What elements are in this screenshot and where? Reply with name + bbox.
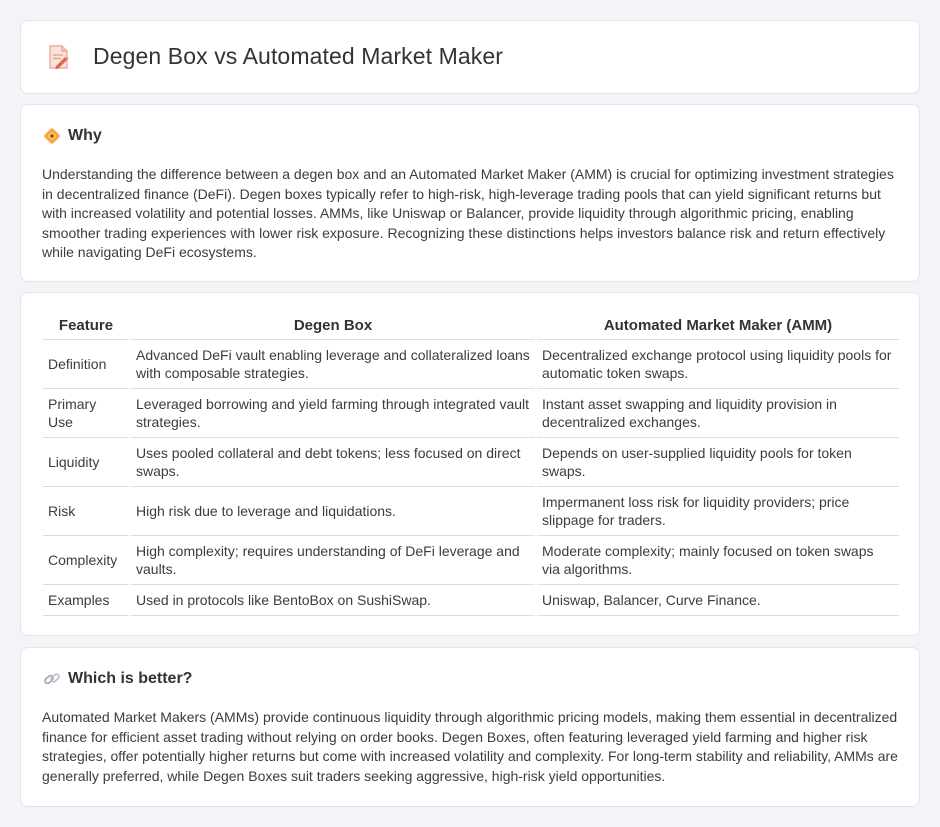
why-heading-row: Why — [43, 127, 102, 145]
why-card: Why Understanding the difference between… — [20, 104, 920, 282]
better-heading: Which is better? — [68, 670, 193, 687]
feature-cell: Examples — [43, 584, 130, 616]
table-row: Complexity High complexity; requires und… — [43, 535, 899, 585]
table-header-row: Feature Degen Box Automated Market Maker… — [43, 313, 899, 340]
feature-cell: Liquidity — [43, 437, 130, 487]
title-row: Degen Box vs Automated Market Maker — [47, 43, 503, 70]
link-chain-icon — [44, 673, 60, 685]
table-row: Risk High risk due to leverage and liqui… — [43, 486, 899, 536]
feature-cell: Definition — [43, 339, 130, 389]
which-is-better-card: Which is better? Automated Market Makers… — [20, 647, 920, 807]
amm-cell: Decentralized exchange protocol using li… — [535, 339, 899, 389]
diamond-sign-icon — [44, 128, 60, 144]
page-title: Degen Box vs Automated Market Maker — [93, 43, 504, 69]
feature-cell: Primary Use — [43, 388, 130, 438]
amm-cell: Impermanent loss risk for liquidity prov… — [535, 486, 899, 536]
amm-cell: Moderate complexity; mainly focused on t… — [535, 535, 899, 585]
comparison-table-card: Feature Degen Box Automated Market Maker… — [20, 292, 920, 636]
amm-cell: Depends on user-supplied liquidity pools… — [535, 437, 899, 487]
feature-cell: Complexity — [43, 535, 130, 585]
title-card: Degen Box vs Automated Market Maker — [20, 20, 920, 94]
why-paragraph: Understanding the difference between a d… — [42, 166, 894, 260]
better-paragraph: Automated Market Makers (AMMs) provide c… — [42, 709, 898, 784]
table-row: Definition Advanced DeFi vault enabling … — [43, 339, 899, 389]
amm-cell: Instant asset swapping and liquidity pro… — [535, 388, 899, 438]
better-heading-row: Which is better? — [43, 670, 192, 688]
amm-cell: Uniswap, Balancer, Curve Finance. — [535, 584, 899, 616]
table-row: Examples Used in protocols like BentoBox… — [43, 584, 899, 616]
document-pencil-icon — [49, 44, 69, 69]
degen-box-cell: High complexity; requires understanding … — [129, 535, 536, 585]
degen-box-cell: Uses pooled collateral and debt tokens; … — [129, 437, 536, 487]
feature-cell: Risk — [43, 486, 130, 536]
degen-box-cell: Used in protocols like BentoBox on Sushi… — [129, 584, 536, 616]
why-heading: Why — [68, 127, 102, 144]
degen-box-cell: High risk due to leverage and liquidatio… — [129, 486, 536, 536]
degen-box-cell: Advanced DeFi vault enabling leverage an… — [129, 339, 536, 389]
header-amm: Automated Market Maker (AMM) — [535, 313, 899, 340]
comparison-table: Feature Degen Box Automated Market Maker… — [43, 313, 899, 616]
degen-box-cell: Leveraged borrowing and yield farming th… — [129, 388, 536, 438]
header-feature: Feature — [43, 313, 130, 340]
table-row: Liquidity Uses pooled collateral and deb… — [43, 437, 899, 487]
header-degen-box: Degen Box — [129, 313, 536, 340]
table-row: Primary Use Leveraged borrowing and yiel… — [43, 388, 899, 438]
